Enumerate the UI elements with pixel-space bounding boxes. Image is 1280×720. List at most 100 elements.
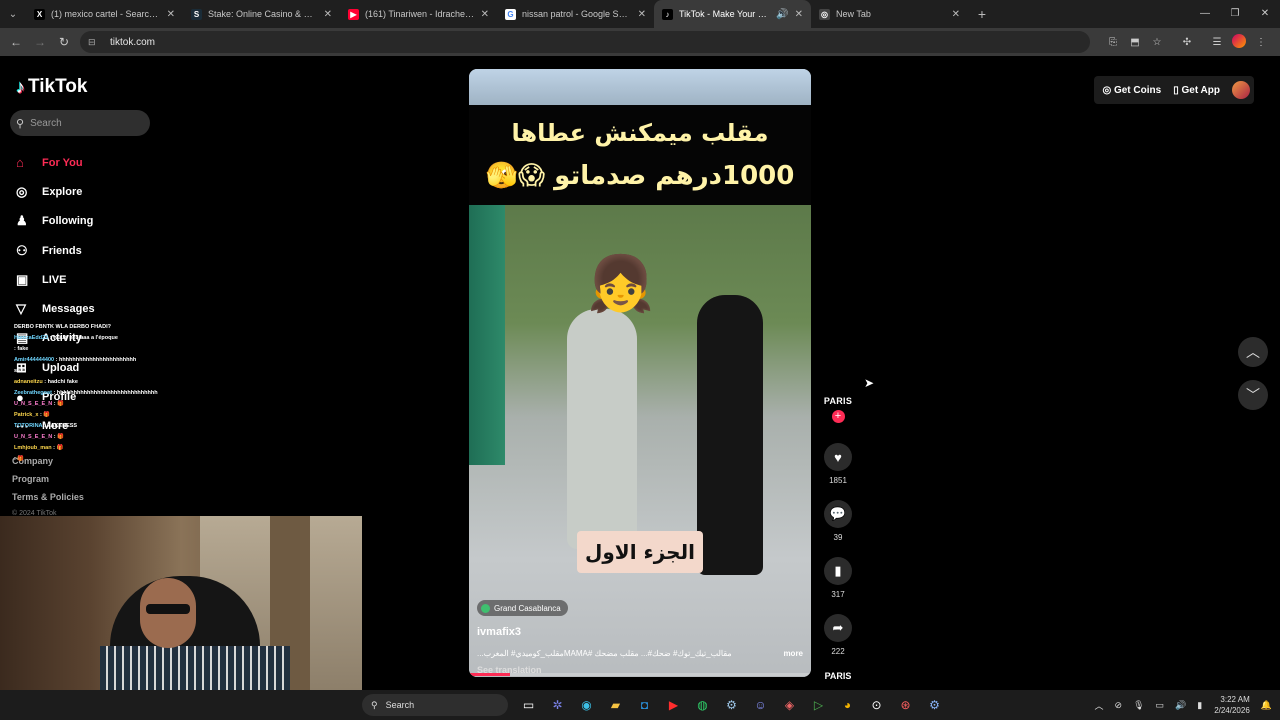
- tab-search-chevron-icon[interactable]: ⌄: [0, 0, 26, 28]
- discord-icon[interactable]: ☺: [746, 695, 775, 715]
- taskbar-clock[interactable]: 3:22 AM 2/24/2026: [1214, 694, 1250, 716]
- get-coins-button[interactable]: ◎ Get Coins: [1102, 85, 1161, 96]
- tab-title: nissan patrol - Google Search: [522, 9, 632, 19]
- reload-icon[interactable]: ↻: [52, 35, 76, 49]
- game-launcher-icon[interactable]: ▷: [804, 695, 833, 715]
- sidebar-item-following[interactable]: ♟ Following: [16, 207, 95, 236]
- back-icon[interactable]: ←: [4, 35, 28, 49]
- like-count: 1851: [829, 476, 847, 485]
- extensions-icon[interactable]: ✣: [1176, 37, 1198, 48]
- browser-tab[interactable]: X (1) mexico cartel - Search / X ✕: [26, 0, 183, 28]
- install-app-icon[interactable]: ⬒: [1124, 37, 1146, 48]
- record-icon[interactable]: ⊙: [862, 695, 891, 715]
- location-tag[interactable]: Grand Casablanca: [477, 600, 568, 616]
- edge-icon[interactable]: ◉: [572, 695, 601, 715]
- site-info-icon[interactable]: ⊟: [88, 37, 100, 48]
- sidebar-item-explore[interactable]: ◎ Explore: [16, 177, 95, 206]
- chrome-icon[interactable]: ◕: [833, 695, 862, 715]
- close-tab-icon[interactable]: ✕: [795, 9, 803, 20]
- follow-plus-icon[interactable]: +: [831, 410, 845, 423]
- outlook-icon[interactable]: ◘: [630, 695, 659, 715]
- video-player[interactable]: مقلب ميمكنش عطاها 1000درهم صدماتو 😱🫣 👧 ا…: [469, 69, 811, 677]
- volume-icon[interactable]: 🔊: [1175, 700, 1186, 711]
- profile-avatar[interactable]: [1228, 33, 1250, 51]
- browser-tab[interactable]: S Stake: Online Casino & Sports B ✕: [183, 0, 340, 28]
- tiktok-note-icon: ♪: [16, 76, 25, 97]
- close-tab-icon[interactable]: ✕: [952, 9, 960, 20]
- microphone-icon[interactable]: 🎙: [1133, 700, 1144, 711]
- comment-icon[interactable]: 💬: [824, 500, 852, 528]
- steam-icon[interactable]: ⚙: [717, 695, 746, 715]
- file-explorer-icon[interactable]: ▰: [601, 695, 630, 715]
- notification-icon[interactable]: 🔔: [1261, 700, 1272, 711]
- battery-icon[interactable]: ▮: [1197, 700, 1202, 711]
- music-disc[interactable]: PARIS: [818, 671, 858, 681]
- chat-text: : FAKENESS: [44, 423, 78, 429]
- close-window-icon[interactable]: ✕: [1250, 0, 1280, 28]
- browser-tab[interactable]: ▶ (161) Tinariwen - Idrache (Trace ✕: [340, 0, 497, 28]
- system-tray: ︿ ⊘ 🎙 ▭ 🔊 ▮ 3:22 AM 2/24/2026 🔔: [1084, 690, 1273, 720]
- search-input[interactable]: ⚲ Search: [10, 110, 150, 136]
- tab-audio-icon[interactable]: 🔊: [776, 9, 788, 20]
- chat-username: U_N_S_E_E_N: [14, 434, 53, 440]
- share-arrow-icon[interactable]: ➦: [824, 614, 852, 642]
- tiktok-logo[interactable]: ♪ TikTok: [16, 76, 87, 98]
- video-progress-bar[interactable]: [469, 673, 811, 676]
- webcam-overlay: [0, 516, 362, 690]
- chat-message: adnaneitzu : hadchi fake: [14, 377, 274, 388]
- comment-count: 39: [833, 533, 843, 542]
- settings-icon[interactable]: ⚙: [920, 695, 949, 715]
- close-tab-icon[interactable]: ✕: [481, 9, 489, 20]
- footer-program-link[interactable]: Program: [12, 474, 84, 492]
- app-icon[interactable]: ⊛: [891, 695, 920, 715]
- close-tab-icon[interactable]: ✕: [638, 9, 646, 20]
- reading-list-icon[interactable]: ☰: [1206, 37, 1228, 48]
- sidebar-item-for-you[interactable]: ⌂ For You: [16, 148, 95, 177]
- youtube-icon[interactable]: ▶: [659, 695, 688, 715]
- tray-app-icon[interactable]: ⊘: [1115, 700, 1123, 711]
- sidebar-item-live[interactable]: ▣ LIVE: [16, 265, 95, 294]
- browser-toolbar: ← → ↻ ⊟ tiktok.com ⎘ ⬒ ☆ ✣ ☰ ⋮: [0, 28, 1280, 56]
- location-pin-icon: [481, 603, 490, 613]
- browser-tab-bar: ⌄ X (1) mexico cartel - Search / X ✕ S Stake…: [0, 0, 1280, 28]
- browser-tab[interactable]: Gnissan patrol - Google Search ✕: [497, 0, 654, 28]
- video-username[interactable]: ivmafix3: [477, 626, 521, 638]
- task-view-icon[interactable]: ▭: [514, 695, 543, 715]
- browser-tab[interactable]: ◎ New Tab ✕: [811, 0, 968, 28]
- translate-icon[interactable]: ⎘: [1102, 37, 1124, 48]
- bookmark-icon[interactable]: ▮: [824, 557, 852, 585]
- whatsapp-icon[interactable]: ◍: [688, 695, 717, 715]
- obs-icon[interactable]: ◈: [775, 695, 804, 715]
- chevron-down-icon[interactable]: ﹀: [1238, 380, 1268, 410]
- browser-tab[interactable]: ♪ TikTok - Make Your Day 🔊 ✕: [654, 0, 811, 28]
- restore-icon[interactable]: ❐: [1220, 0, 1250, 28]
- chat-message: Lmhjoub_man : 🎁: [14, 443, 274, 454]
- network-icon[interactable]: ▭: [1156, 700, 1165, 711]
- sidebar-item-friends[interactable]: ⚇ Friends: [16, 236, 95, 265]
- taskbar-search[interactable]: ⚲ Search: [362, 694, 508, 716]
- author-avatar[interactable]: PARIS: [818, 396, 858, 406]
- chat-message: Patrick_x : 🎁: [14, 410, 274, 421]
- browser-menu-icon[interactable]: ⋮: [1250, 37, 1272, 48]
- close-tab-icon[interactable]: ✕: [324, 9, 332, 20]
- forward-icon[interactable]: →: [28, 35, 52, 49]
- close-tab-icon[interactable]: ✕: [167, 9, 175, 20]
- minimize-icon[interactable]: —: [1190, 0, 1220, 28]
- more-link[interactable]: more: [783, 649, 803, 658]
- sidebar-item-label: Messages: [42, 303, 95, 316]
- chat-message: TOTORINA : FAKENESS: [14, 421, 274, 432]
- bookmark-star-icon[interactable]: ☆: [1146, 37, 1168, 48]
- sidebar-item-messages[interactable]: ▽ Messages: [16, 294, 95, 323]
- tiktok-brand-text: TikTok: [28, 76, 88, 97]
- teams-icon[interactable]: ✲: [543, 695, 572, 715]
- chat-message: Amir444444400 : hhhhhhhhhhhhhhhhhhhhhhh: [14, 355, 274, 366]
- tray-overflow-icon[interactable]: ︿: [1095, 699, 1104, 712]
- address-bar[interactable]: ⊟ tiktok.com: [80, 31, 1090, 53]
- new-tab-button[interactable]: +: [968, 6, 996, 22]
- search-placeholder: Search: [30, 117, 62, 129]
- chevron-up-icon[interactable]: ︿: [1238, 337, 1268, 367]
- get-app-button[interactable]: ▯ Get App: [1173, 85, 1220, 96]
- like-heart-icon[interactable]: ♥: [824, 443, 852, 471]
- footer-terms-link[interactable]: Terms & Policies: [12, 492, 84, 510]
- user-avatar[interactable]: [1232, 81, 1250, 99]
